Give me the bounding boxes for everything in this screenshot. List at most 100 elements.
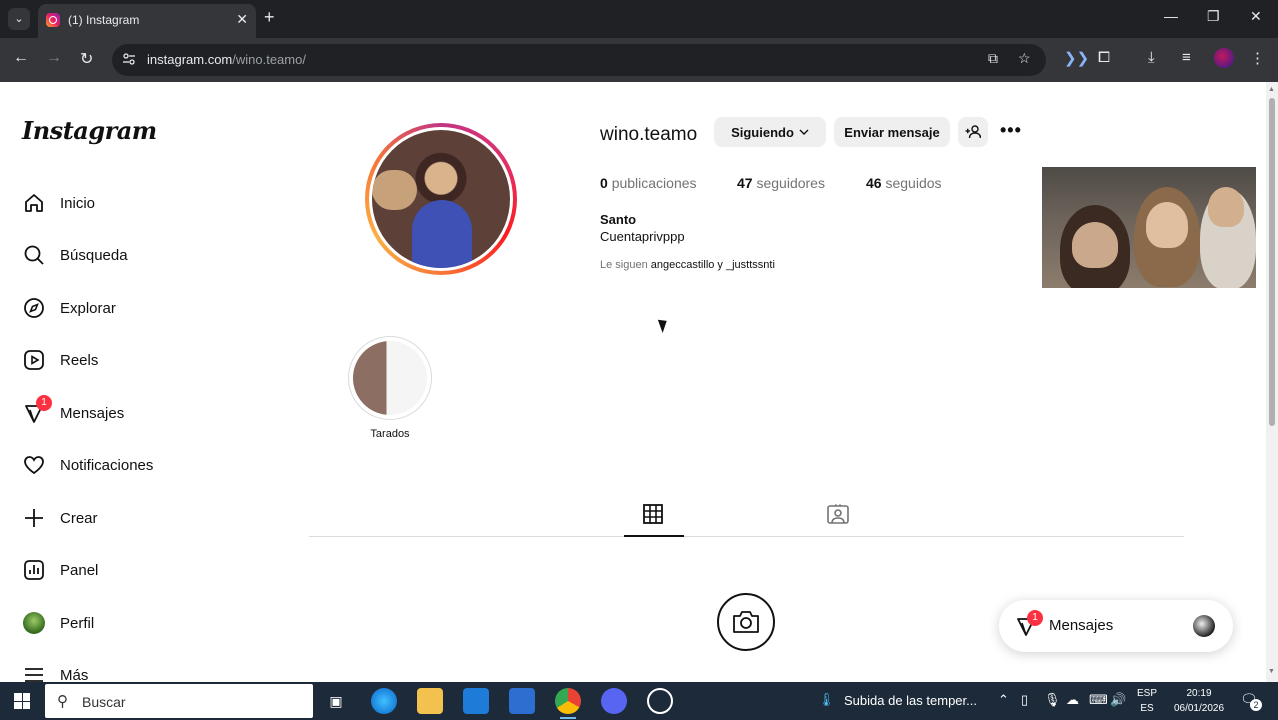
sidebar-item-reels[interactable]: Reels	[22, 346, 242, 374]
input-language[interactable]: ESP ES	[1137, 686, 1157, 716]
suggest-users-button[interactable]	[958, 117, 988, 147]
extension-icon[interactable]: ❯❯	[1064, 49, 1089, 67]
install-app-icon[interactable]: ⧉	[988, 50, 998, 67]
network-icon[interactable]: ⌨	[1089, 692, 1108, 708]
add-person-icon	[965, 125, 981, 139]
back-icon[interactable]: ←	[13, 49, 29, 67]
download-icon[interactable]: ⤓	[1148, 49, 1155, 66]
more-options-icon[interactable]: •••	[1000, 120, 1022, 141]
clock-date: 06/01/2026	[1173, 703, 1225, 714]
microphone-icon[interactable]: 🎙	[1044, 692, 1061, 708]
weather-thermometer-icon[interactable]: 🌡	[818, 692, 835, 708]
reload-icon[interactable]: ↻	[80, 49, 93, 69]
language-code: ESP	[1137, 688, 1158, 699]
windows-start-icon[interactable]	[14, 693, 30, 709]
heart-icon	[22, 453, 46, 477]
browser-tab[interactable]: (1) Instagram ✕	[38, 4, 256, 38]
posts-number: 0	[600, 175, 608, 191]
compass-icon	[22, 296, 46, 320]
site-settings-icon[interactable]	[122, 52, 136, 66]
clock-time: 20:19	[1186, 688, 1212, 699]
browser-menu-icon[interactable]: ⋮	[1250, 49, 1265, 67]
sidebar-item-notificaciones[interactable]: Notificaciones	[22, 451, 242, 479]
highlight-label: Tarados	[370, 428, 410, 440]
outlook-icon[interactable]	[463, 688, 489, 714]
sidebar-item-mensajes[interactable]: 1 Mensajes	[22, 395, 242, 427]
followers-count[interactable]: 47 seguidores	[737, 175, 825, 191]
address-bar[interactable]: instagram.com/wino.teamo/ ⧉ ☆	[112, 44, 1046, 76]
sidebar-item-label: Búsqueda	[60, 246, 128, 264]
scrollbar-thumb[interactable]	[1269, 98, 1275, 426]
posts-grid-icon[interactable]	[643, 504, 663, 524]
sidebar-item-explorar[interactable]: Explorar	[22, 294, 242, 322]
taskbar-clock[interactable]: 20:19 06/01/2026	[1168, 686, 1230, 716]
sidebar-item-inicio[interactable]: Inicio	[22, 189, 242, 217]
task-view-icon[interactable]: ▣	[323, 688, 349, 714]
app-icon[interactable]	[647, 688, 673, 714]
tagged-icon[interactable]	[827, 504, 849, 524]
search-icon: ⚲	[57, 693, 68, 710]
url-text: instagram.com/wino.teamo/	[147, 52, 306, 67]
following-button-label: Siguiendo	[731, 124, 794, 140]
followed-by-text[interactable]: Le siguen angeccastillo y _justtssnti	[600, 259, 775, 271]
unread-badge: 1	[1027, 610, 1043, 626]
keyboard-layout: ES	[1140, 703, 1154, 714]
chevron-down-icon	[799, 129, 809, 135]
instagram-logo[interactable]: Instagram	[22, 116, 157, 145]
volume-icon[interactable]: 🔊	[1110, 692, 1126, 708]
instagram-page: Instagram Inicio Búsqueda Explorar Reels…	[0, 82, 1278, 682]
camera-icon	[733, 611, 759, 633]
new-tab-button[interactable]: +	[264, 7, 275, 28]
video-face	[1146, 202, 1188, 248]
tab-close-icon[interactable]: ✕	[236, 11, 248, 28]
onedrive-icon[interactable]: ☁	[1066, 692, 1079, 708]
profile-bio: Cuentaprivppp	[600, 229, 685, 244]
taskbar-search[interactable]: ⚲ Buscar	[45, 684, 313, 718]
tray-expand-icon[interactable]: ⌃	[998, 692, 1009, 708]
window-close-icon[interactable]: ✕	[1250, 8, 1262, 25]
extensions-puzzle-icon[interactable]: ⧠	[1098, 49, 1110, 66]
page-scrollbar[interactable]: ▲ ▼	[1266, 82, 1278, 682]
file-explorer-icon[interactable]	[417, 688, 443, 714]
media-control-icon[interactable]: ≡	[1182, 49, 1191, 66]
bookmark-star-icon[interactable]: ☆	[1018, 50, 1031, 67]
video-overlay[interactable]	[1042, 167, 1256, 288]
profile-username: wino.teamo	[600, 124, 698, 145]
tab-title: (1) Instagram	[68, 13, 140, 27]
plus-icon	[22, 506, 46, 530]
tray-app-icon[interactable]: ▯	[1021, 692, 1028, 708]
sidebar-item-perfil[interactable]: Perfil	[22, 609, 242, 637]
browser-profile-avatar[interactable]	[1214, 48, 1234, 68]
instagram-favicon-icon	[46, 13, 60, 27]
store-icon[interactable]	[509, 688, 535, 714]
home-icon	[22, 191, 46, 215]
edge-icon[interactable]	[371, 688, 397, 714]
sidebar-item-label: Explorar	[60, 299, 116, 317]
following-count[interactable]: 46 seguidos	[866, 175, 942, 191]
photo-detail	[372, 170, 417, 210]
following-button[interactable]: Siguiendo	[714, 117, 826, 147]
tabs-divider	[309, 536, 1184, 537]
no-posts-camera	[717, 593, 775, 651]
posts-count: 0 publicaciones	[600, 175, 697, 191]
sidebar-item-label: Más	[60, 666, 89, 683]
sidebar-item-busqueda[interactable]: Búsqueda	[22, 241, 242, 269]
story-highlight[interactable]	[348, 336, 432, 420]
browser-toolbar: ← → ↻ instagram.com/wino.teamo/ ⧉ ☆ ❯❯ ⧠…	[0, 38, 1278, 82]
forward-icon[interactable]: →	[46, 49, 62, 67]
messages-widget[interactable]: 1 Mensajes	[999, 600, 1233, 652]
sidebar-item-panel[interactable]: Panel	[22, 556, 242, 584]
tab-search-button[interactable]: ⌄	[8, 8, 30, 30]
discord-icon[interactable]	[601, 688, 627, 714]
minimize-icon[interactable]: —	[1164, 8, 1178, 24]
send-message-button[interactable]: Enviar mensaje	[834, 117, 950, 147]
weather-text[interactable]: Subida de las temper...	[844, 693, 977, 708]
followed-by-prefix: Le siguen	[600, 259, 648, 271]
sidebar-item-crear[interactable]: Crear	[22, 504, 242, 532]
sidebar-item-mas[interactable]: Más	[22, 661, 242, 682]
restore-icon[interactable]: ❐	[1207, 8, 1220, 25]
chrome-icon[interactable]	[555, 688, 581, 719]
scroll-down-icon[interactable]: ▼	[1268, 668, 1275, 675]
profile-picture[interactable]	[365, 123, 517, 275]
scroll-up-icon[interactable]: ▲	[1268, 86, 1275, 93]
